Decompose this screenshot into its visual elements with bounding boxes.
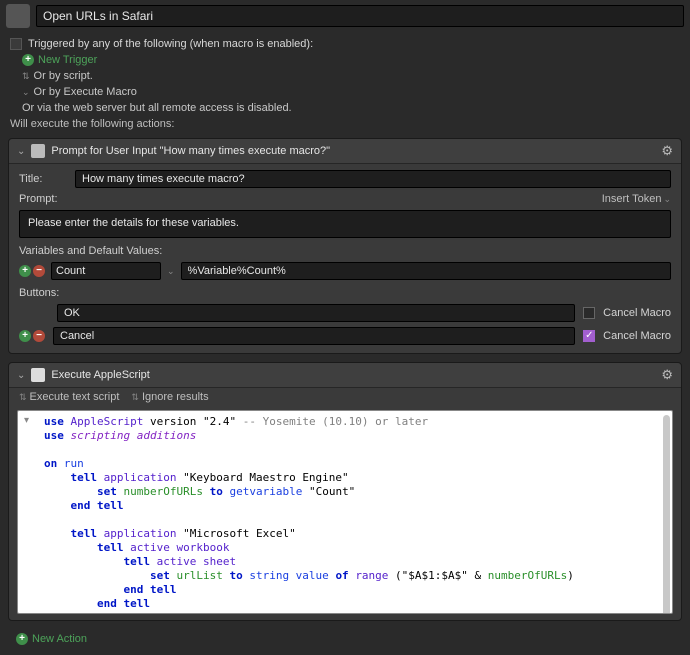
action-execute-applescript: ⌄ Execute AppleScript ⚙ ⇅ Execute text s…	[8, 362, 682, 621]
gear-icon[interactable]: ⚙	[661, 143, 673, 159]
scrollbar[interactable]	[663, 415, 670, 614]
action-title: Prompt for User Input "How many times ex…	[51, 145, 655, 157]
cancel-macro-checkbox-cancel[interactable]	[583, 330, 595, 342]
buttons-label: Buttons:	[19, 285, 671, 299]
insert-token-button[interactable]: Insert Token ⌄	[602, 193, 671, 205]
cancel-macro-label: Cancel Macro	[603, 330, 671, 342]
plus-icon: +	[22, 54, 34, 66]
macro-title-input[interactable]	[36, 5, 684, 27]
scroll-thumb[interactable]	[663, 415, 670, 614]
ignore-results-dropdown[interactable]: ⇅ Ignore results	[131, 391, 208, 403]
or-by-script[interactable]: ⇅ Or by script.	[0, 68, 690, 84]
updown-icon: ⇅	[19, 392, 27, 403]
action-prompt-user-input: ⌄ Prompt for User Input "How many times …	[8, 138, 682, 354]
add-variable-button[interactable]: +	[19, 265, 31, 277]
or-by-execute-macro[interactable]: ⌄ Or by Execute Macro	[0, 84, 690, 100]
new-action-label: New Action	[32, 633, 87, 645]
plus-icon: +	[16, 633, 28, 645]
or-via-web: Or via the web server but all remote acc…	[0, 100, 690, 116]
disclosure-toggle[interactable]: ⌄	[17, 146, 25, 157]
triggers-header: Triggered by any of the following (when …	[28, 38, 313, 50]
gear-icon[interactable]: ⚙	[661, 367, 673, 383]
cancel-macro-label: Cancel Macro	[603, 307, 671, 319]
updown-icon: ⇅	[131, 392, 139, 403]
prompt-label: Prompt:	[19, 193, 67, 205]
remove-variable-button[interactable]: −	[33, 265, 45, 277]
variables-label: Variables and Default Values:	[19, 243, 671, 257]
chevron-down-icon: ⌄	[22, 87, 30, 98]
disclosure-toggle[interactable]: ⌄	[17, 370, 25, 381]
remove-button-button[interactable]: −	[33, 330, 45, 342]
prompt-icon	[31, 144, 45, 158]
new-action-button[interactable]: + New Action	[16, 631, 680, 647]
new-trigger-label: New Trigger	[38, 54, 97, 66]
action-title: Execute AppleScript	[51, 369, 655, 381]
variable-default-field[interactable]	[181, 262, 671, 280]
chevron-down-icon: ⌄	[663, 194, 671, 205]
cancel-macro-checkbox-ok[interactable]	[583, 307, 595, 319]
script-icon	[31, 368, 45, 382]
prompt-textarea[interactable]: Please enter the details for these varia…	[19, 210, 671, 238]
new-trigger-button[interactable]: + New Trigger	[0, 52, 690, 68]
variable-name-select[interactable]	[51, 262, 161, 280]
title-field[interactable]	[75, 170, 671, 188]
add-button-button[interactable]: +	[19, 330, 31, 342]
applescript-editor[interactable]: ▾ use AppleScript version "2.4" -- Yosem…	[17, 410, 673, 614]
title-label: Title:	[19, 173, 67, 185]
chevron-down-icon[interactable]: ⌄	[167, 266, 175, 277]
will-execute-label: Will execute the following actions:	[0, 116, 690, 134]
button-cancel-field[interactable]	[53, 327, 575, 345]
trigger-checkbox[interactable]	[10, 38, 22, 50]
macro-icon	[6, 4, 30, 28]
fold-icon[interactable]: ▾	[24, 415, 29, 426]
updown-icon: ⇅	[22, 71, 30, 82]
execute-text-script-dropdown[interactable]: ⇅ Execute text script	[19, 391, 119, 403]
button-ok-field[interactable]	[57, 304, 575, 322]
